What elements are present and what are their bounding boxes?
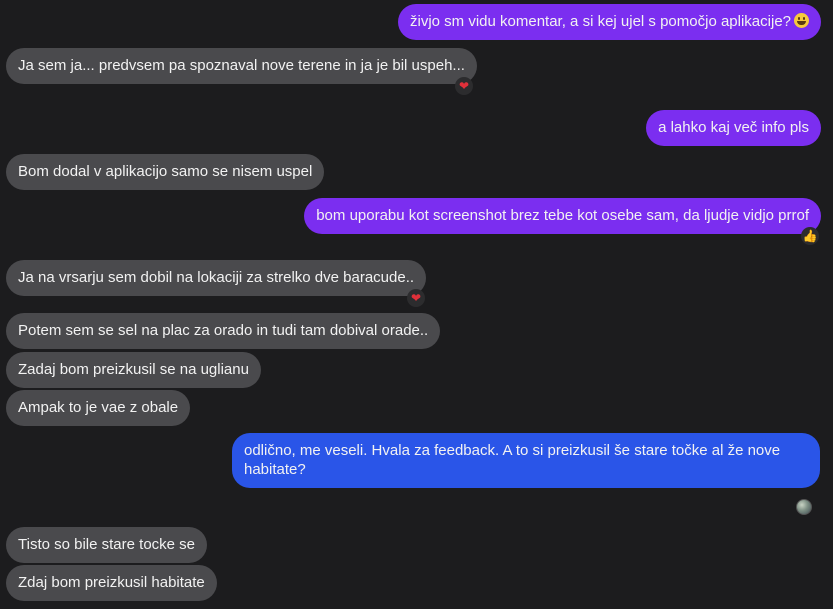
message-outgoing[interactable]: bom uporabu kot screenshot brez tebe kot… (304, 198, 821, 234)
message-outgoing[interactable]: živjo sm vidu komentar, a si kej ujel s … (398, 4, 821, 40)
message-text: Bom dodal v aplikacijo samo se nisem usp… (18, 163, 313, 180)
message-incoming[interactable]: Potem sem se sel na plac za orado in tud… (6, 313, 441, 349)
message-text: Ja na vrsarju sem dobil na lokaciji za s… (18, 269, 415, 286)
message-incoming[interactable]: Zdaj bom preizkusil habitate (6, 565, 217, 601)
message-incoming[interactable]: Ja na vrsarju sem dobil na lokaciji za s… (6, 260, 427, 296)
message-text: Ja sem ja... predvsem pa spoznaval nove … (18, 57, 465, 74)
message-outgoing[interactable]: odlično, me veseli. Hvala za feedback. A… (232, 433, 820, 488)
message-text: živjo sm vidu komentar, a si kej ujel s … (410, 13, 791, 30)
seen-avatar-icon (796, 499, 812, 515)
message-text: Tisto so bile stare tocke se (18, 536, 196, 553)
heart-reaction-icon[interactable]: ❤ (455, 77, 473, 95)
message-incoming[interactable]: Bom dodal v aplikacijo samo se nisem usp… (6, 154, 325, 190)
thumbs-up-reaction-icon[interactable]: 👍 (801, 227, 819, 245)
message-text: odlično, me veseli. Hvala za feedback. A… (244, 442, 781, 478)
message-incoming[interactable]: Ampak to je vae z obale (6, 390, 191, 426)
message-text: Potem sem se sel na plac za orado in tud… (18, 322, 429, 339)
smiley-icon (794, 13, 809, 28)
message-incoming[interactable]: Tisto so bile stare tocke se (6, 527, 208, 563)
message-text: Zdaj bom preizkusil habitate (18, 574, 205, 591)
message-text: a lahko kaj več info pls (658, 119, 809, 136)
message-text: bom uporabu kot screenshot brez tebe kot… (316, 207, 809, 224)
message-incoming[interactable]: Zadaj bom preizkusil se na uglianu (6, 352, 261, 388)
message-outgoing[interactable]: a lahko kaj več info pls (646, 110, 821, 146)
message-incoming[interactable]: Ja sem ja... predvsem pa spoznaval nove … (6, 48, 477, 84)
message-text: Zadaj bom preizkusil se na uglianu (18, 361, 249, 378)
chat-thread: živjo sm vidu komentar, a si kej ujel s … (0, 0, 833, 609)
heart-reaction-icon[interactable]: ❤ (407, 289, 425, 307)
message-text: Ampak to je vae z obale (18, 399, 179, 416)
